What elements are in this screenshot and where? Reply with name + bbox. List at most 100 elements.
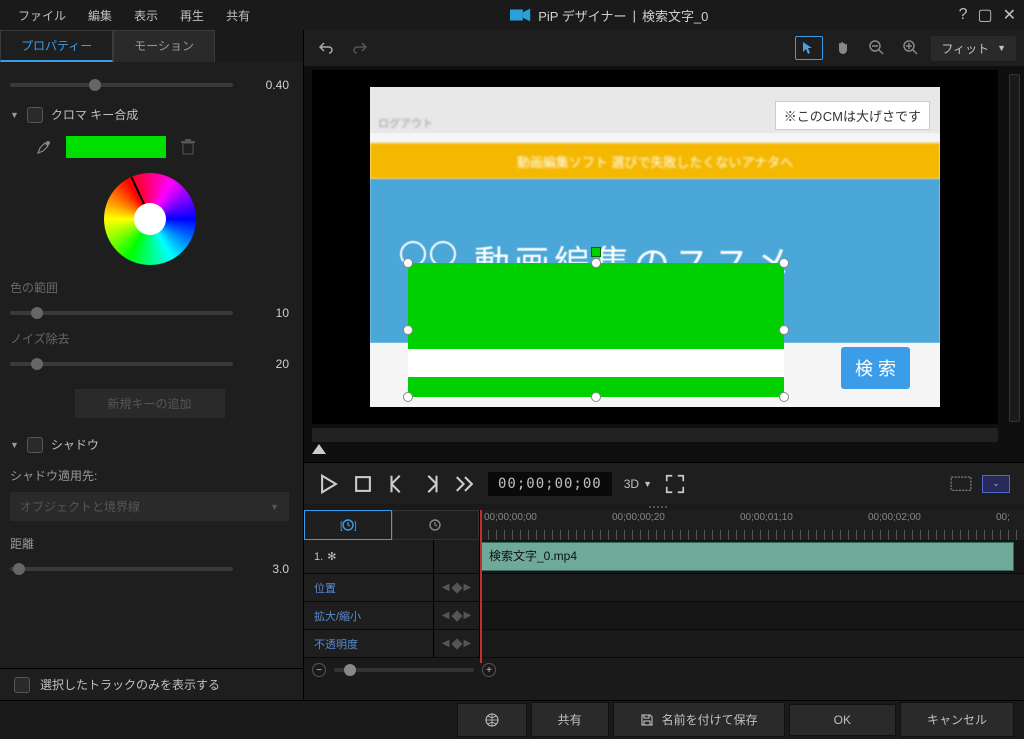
svg-text:]: ] bbox=[354, 521, 357, 532]
pip-resize-handle[interactable] bbox=[779, 392, 789, 402]
pip-resize-handle[interactable] bbox=[779, 258, 789, 268]
maximize-icon[interactable]: ▢ bbox=[977, 5, 992, 25]
left-tabs: プロパティー モーション bbox=[0, 30, 303, 62]
chevron-down-icon: ▼ bbox=[643, 479, 652, 489]
track-star-icon: ✻ bbox=[327, 550, 336, 563]
svg-text:[: [ bbox=[340, 521, 343, 532]
top-slider-value: 0.40 bbox=[243, 78, 289, 92]
preview-vscrollbar[interactable] bbox=[1009, 74, 1020, 422]
play-icon[interactable] bbox=[318, 473, 340, 495]
chevron-down-icon: ▼ bbox=[10, 440, 19, 450]
redo-icon[interactable] bbox=[346, 36, 374, 60]
shadow-section-head[interactable]: ▼ シャドウ bbox=[10, 436, 289, 453]
pip-resize-handle[interactable] bbox=[591, 258, 601, 268]
left-panel: プロパティー モーション 0.40 ▼ クロマ キー合成 bbox=[0, 30, 304, 700]
menu-edit[interactable]: 編集 bbox=[78, 3, 122, 28]
pip-resize-handle[interactable] bbox=[591, 392, 601, 402]
zoom-slider[interactable] bbox=[334, 668, 474, 672]
distance-slider[interactable] bbox=[10, 567, 233, 571]
shadow-checkbox[interactable] bbox=[27, 437, 43, 453]
preview-playhead-icon[interactable] bbox=[312, 444, 326, 454]
tab-motion[interactable]: モーション bbox=[113, 30, 215, 62]
color-wheel-needle[interactable] bbox=[130, 177, 151, 220]
help-icon[interactable]: ? bbox=[959, 6, 968, 24]
chroma-section-head[interactable]: ▼ クロマ キー合成 bbox=[10, 106, 289, 123]
ok-button[interactable]: OK bbox=[789, 704, 896, 736]
next-frame-icon[interactable] bbox=[420, 473, 442, 495]
move-tool-icon[interactable] bbox=[795, 36, 823, 60]
fast-forward-icon[interactable] bbox=[454, 473, 476, 495]
zoom-out-icon[interactable]: − bbox=[312, 663, 326, 677]
timeline-track-opacity: 不透明度 ◀▶ bbox=[304, 630, 1024, 658]
pip-rotation-handle[interactable] bbox=[591, 247, 601, 257]
trash-icon[interactable] bbox=[176, 135, 200, 159]
fit-dropdown[interactable]: フィット ▼ bbox=[931, 36, 1016, 61]
chroma-color-swatch[interactable] bbox=[66, 136, 166, 158]
cancel-button[interactable]: キャンセル bbox=[900, 702, 1014, 737]
zoom-in-icon[interactable] bbox=[897, 36, 925, 60]
titlebar: ファイル 編集 表示 再生 共有 PiP デザイナー | 検索文字_0 ? ▢ … bbox=[0, 0, 1024, 30]
preview-search-badge: 検 索 bbox=[841, 347, 910, 389]
fullscreen-icon[interactable] bbox=[664, 473, 686, 495]
chevron-down-icon: ▼ bbox=[270, 502, 279, 512]
3d-dropdown[interactable]: 3D ▼ bbox=[624, 477, 652, 491]
hand-tool-icon[interactable] bbox=[829, 36, 857, 60]
chroma-checkbox[interactable] bbox=[27, 107, 43, 123]
shadow-title: シャドウ bbox=[51, 436, 99, 453]
timeline-track-scale: 拡大/縮小 ◀▶ bbox=[304, 602, 1024, 630]
safe-area-icon[interactable] bbox=[950, 473, 972, 495]
footer: 共有 名前を付けて保存 OK キャンセル bbox=[0, 700, 1024, 738]
bottom-checkbox-row: 選択したトラックのみを表示する bbox=[0, 668, 303, 700]
preview-hscrollbar[interactable] bbox=[312, 428, 998, 442]
preview-canvas[interactable]: ログアウト ※このCMは大げさです 動画編集ソフト 選びで失敗したくないアナタへ… bbox=[312, 70, 998, 424]
menu-play[interactable]: 再生 bbox=[170, 3, 214, 28]
color-wheel[interactable] bbox=[104, 173, 196, 265]
distance-value: 3.0 bbox=[243, 562, 289, 576]
zoom-out-icon[interactable] bbox=[863, 36, 891, 60]
pip-resize-handle[interactable] bbox=[403, 258, 413, 268]
chroma-title: クロマ キー合成 bbox=[51, 106, 138, 123]
menu-file[interactable]: ファイル bbox=[8, 3, 76, 28]
pip-resize-handle[interactable] bbox=[779, 325, 789, 335]
prev-frame-icon[interactable] bbox=[386, 473, 408, 495]
pip-resize-handle[interactable] bbox=[403, 325, 413, 335]
close-icon[interactable]: ✕ bbox=[1003, 5, 1016, 25]
tab-property[interactable]: プロパティー bbox=[0, 30, 113, 62]
timeline-playhead[interactable] bbox=[480, 510, 482, 663]
shadow-target-label: シャドウ適用先: bbox=[10, 467, 289, 484]
noise-label: ノイズ除去 bbox=[10, 330, 70, 347]
distance-label: 距離 bbox=[10, 535, 289, 552]
collapse-timeline-icon[interactable]: ⌄ bbox=[982, 475, 1010, 493]
zoom-in-icon[interactable]: + bbox=[482, 663, 496, 677]
show-selected-only-checkbox[interactable] bbox=[14, 677, 30, 693]
globe-button[interactable] bbox=[457, 703, 527, 737]
undo-icon[interactable] bbox=[312, 36, 340, 60]
property-scroll[interactable]: 0.40 ▼ クロマ キー合成 bbox=[0, 62, 303, 668]
stop-icon[interactable] bbox=[352, 473, 374, 495]
add-key-button: 新規キーの追加 bbox=[75, 389, 225, 418]
color-range-slider[interactable] bbox=[10, 311, 233, 315]
chevron-down-icon: ▼ bbox=[10, 110, 19, 120]
timeline-mode-clock[interactable]: [] bbox=[304, 510, 392, 540]
timeline-ruler[interactable]: 00;00;00;00 00;00;00;20 00;00;01;10 00;0… bbox=[480, 510, 1024, 540]
pip-resize-handle[interactable] bbox=[403, 392, 413, 402]
timeline-mode-frame[interactable] bbox=[392, 510, 480, 540]
menu-share[interactable]: 共有 bbox=[216, 3, 260, 28]
eyedropper-icon[interactable] bbox=[32, 135, 56, 159]
menu-view[interactable]: 表示 bbox=[124, 3, 168, 28]
noise-slider[interactable] bbox=[10, 362, 233, 366]
shadow-target-select[interactable]: オブジェクトと境界線 ▼ bbox=[10, 492, 289, 521]
share-button[interactable]: 共有 bbox=[531, 702, 609, 737]
color-range-label: 色の範囲 bbox=[10, 279, 70, 296]
pip-object[interactable] bbox=[408, 263, 784, 397]
preview-note: ※このCMは大げさです bbox=[775, 101, 930, 130]
main-menu: ファイル 編集 表示 再生 共有 bbox=[8, 3, 260, 28]
keyframe-nav[interactable]: ◀▶ bbox=[434, 630, 480, 657]
keyframe-nav[interactable]: ◀▶ bbox=[434, 602, 480, 629]
top-slider[interactable] bbox=[10, 83, 233, 87]
timecode[interactable]: 00;00;00;00 bbox=[488, 472, 612, 496]
save-as-button[interactable]: 名前を付けて保存 bbox=[613, 702, 785, 737]
keyframe-nav[interactable]: ◀▶ bbox=[434, 574, 480, 601]
playback-bar: 00;00;00;00 3D ▼ ⌄ bbox=[304, 462, 1024, 504]
timeline-clip[interactable]: 検索文字_0.mp4 bbox=[480, 542, 1014, 571]
